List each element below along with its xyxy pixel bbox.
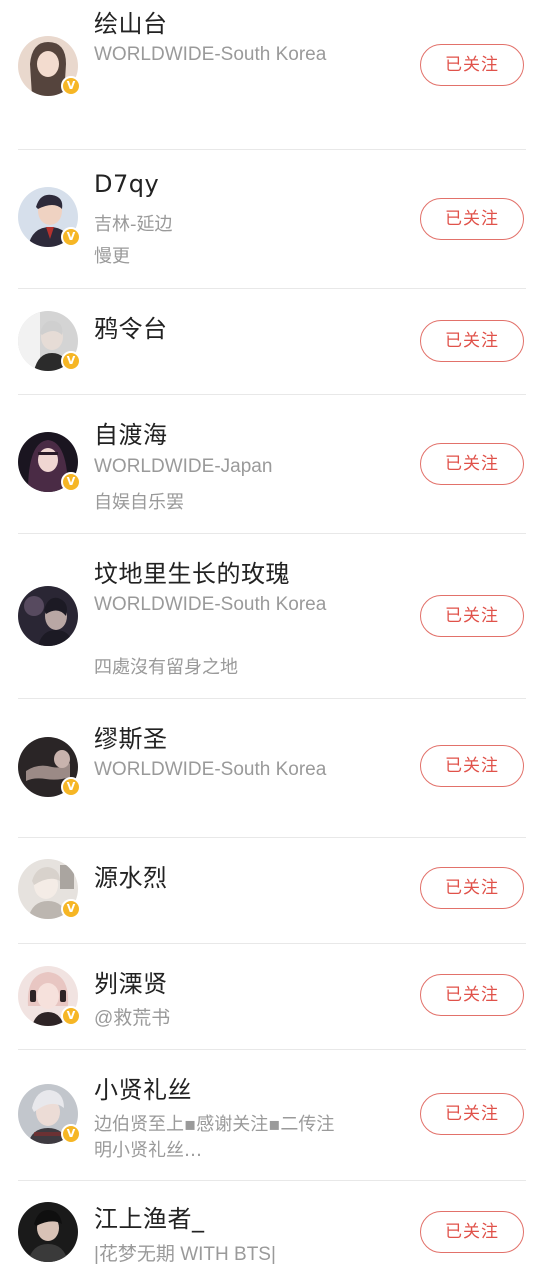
- verified-badge-icon: V: [61, 351, 81, 371]
- user-name[interactable]: 源水烈: [94, 858, 168, 893]
- avatar[interactable]: V: [18, 859, 81, 921]
- avatar[interactable]: V: [18, 311, 81, 373]
- user-name[interactable]: 自渡海: [94, 415, 168, 450]
- list-item[interactable]: V 刿溧贤 @救荒书 已关注: [18, 944, 526, 1050]
- list-item[interactable]: V 缪斯圣 WORLDWIDE-South Korea 已关注: [18, 699, 526, 838]
- list-item[interactable]: 坟地里生长的玫瑰 WORLDWIDE-South Korea 四處沒有留身之地 …: [18, 534, 526, 699]
- followed-button[interactable]: 已关注: [420, 198, 524, 240]
- user-location: 吉林-延边: [94, 214, 173, 235]
- list-item[interactable]: V D7qy 吉林-延边 慢更 已关注: [18, 150, 526, 289]
- verified-badge-icon: V: [61, 76, 81, 96]
- user-bio: |花梦无期 WITH BTS|: [94, 1244, 276, 1265]
- followed-button[interactable]: 已关注: [420, 745, 524, 787]
- list-item[interactable]: V 鸦令台 已关注: [18, 289, 526, 395]
- user-location: WORLDWIDE-South Korea: [94, 44, 327, 65]
- user-name[interactable]: 坟地里生长的玫瑰: [94, 554, 290, 589]
- followed-button[interactable]: 已关注: [420, 595, 524, 637]
- user-location: WORLDWIDE-South Korea: [94, 759, 327, 780]
- user-bio: 边伯贤至上▪感谢关注▪二传注: [94, 1114, 335, 1135]
- user-bio-continued: 明小贤礼丝…: [94, 1140, 202, 1161]
- list-item[interactable]: V 自渡海 WORLDWIDE-Japan 自娱自乐罢 已关注: [18, 395, 526, 534]
- avatar[interactable]: [18, 586, 80, 648]
- user-name[interactable]: 绘山台: [94, 4, 168, 39]
- list-item[interactable]: V 小贤礼丝 边伯贤至上▪感谢关注▪二传注 明小贤礼丝… 已关注: [18, 1050, 526, 1181]
- avatar[interactable]: V: [18, 432, 81, 494]
- user-name[interactable]: 小贤礼丝: [94, 1070, 192, 1105]
- avatar[interactable]: V: [18, 1084, 81, 1146]
- followed-button[interactable]: 已关注: [420, 443, 524, 485]
- avatar[interactable]: V: [18, 36, 81, 98]
- avatar[interactable]: V: [18, 737, 81, 799]
- verified-badge-icon: V: [61, 777, 81, 797]
- list-item[interactable]: V 源水烈 已关注: [18, 838, 526, 944]
- list-item[interactable]: 江上渔者_ |花梦无期 WITH BTS| 已关注: [18, 1181, 526, 1280]
- user-bio: 自娱自乐罢: [94, 492, 184, 513]
- verified-badge-icon: V: [61, 1124, 81, 1144]
- followed-button[interactable]: 已关注: [420, 974, 524, 1016]
- followed-button[interactable]: 已关注: [420, 1093, 524, 1135]
- list-item[interactable]: V 绘山台 WORLDWIDE-South Korea 已关注: [18, 0, 526, 150]
- user-handle: @救荒书: [94, 1008, 171, 1029]
- user-location: WORLDWIDE-South Korea: [94, 594, 327, 615]
- verified-badge-icon: V: [61, 1006, 81, 1026]
- user-name[interactable]: 刿溧贤: [94, 964, 168, 999]
- followed-button[interactable]: 已关注: [420, 44, 524, 86]
- user-bio: 四處沒有留身之地: [94, 657, 238, 678]
- user-name[interactable]: 江上渔者_: [94, 1199, 205, 1234]
- user-name[interactable]: 缪斯圣: [94, 719, 168, 754]
- user-bio: 慢更: [94, 246, 130, 267]
- avatar[interactable]: V: [18, 966, 81, 1028]
- followed-button[interactable]: 已关注: [420, 320, 524, 362]
- avatar[interactable]: [18, 1202, 80, 1264]
- verified-badge-icon: V: [61, 472, 81, 492]
- verified-badge-icon: V: [61, 899, 81, 919]
- follow-list: V 绘山台 WORLDWIDE-South Korea 已关注 V D7qy 吉…: [0, 0, 544, 1280]
- user-name[interactable]: 鸦令台: [94, 309, 168, 344]
- followed-button[interactable]: 已关注: [420, 867, 524, 909]
- verified-badge-icon: V: [61, 227, 81, 247]
- followed-button[interactable]: 已关注: [420, 1211, 524, 1253]
- user-name[interactable]: D7qy: [94, 170, 159, 198]
- user-location: WORLDWIDE-Japan: [94, 456, 273, 477]
- avatar[interactable]: V: [18, 187, 81, 249]
